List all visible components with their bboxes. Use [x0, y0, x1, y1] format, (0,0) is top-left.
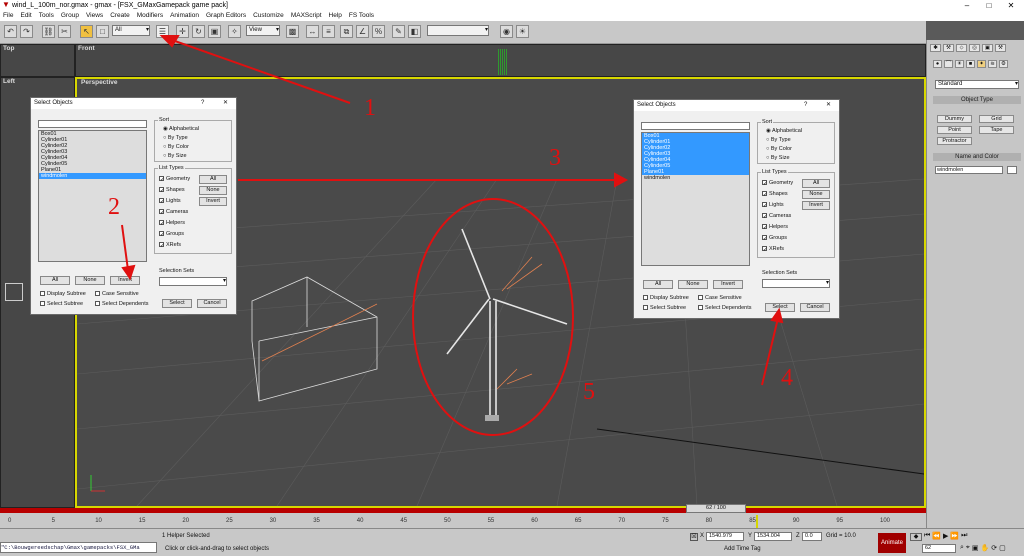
timeline-tick-label: 70 — [618, 518, 626, 524]
annotation-arrow-4 — [761, 317, 779, 386]
next-frame-icon[interactable]: ⏩ — [950, 532, 959, 542]
annotation-arrowhead-1 — [159, 35, 180, 48]
maximize-viewport-icon[interactable]: ▢ — [999, 544, 1006, 554]
time-slider-value: 62 / 100 — [706, 505, 726, 511]
play-icon[interactable]: ▶ — [943, 532, 948, 542]
arc-rotate-icon[interactable]: ⟳ — [991, 544, 997, 554]
selection-status: 1 Helper Selected — [162, 533, 210, 539]
annotation-arrowhead-4 — [770, 307, 784, 324]
previous-frame-icon[interactable]: ⏪ — [932, 532, 941, 542]
animate-button[interactable]: Animate — [878, 533, 906, 553]
annotation-number-1: 1 — [364, 95, 376, 121]
x-coord-field[interactable]: 1540.979 — [706, 532, 744, 541]
zoom-icon[interactable]: ⌕ — [960, 544, 964, 554]
y-coord-field[interactable]: 1534.004 — [754, 532, 792, 541]
trackbar-red-strip — [0, 508, 926, 513]
viewport-navigation-controls: ⌕ ⌖ ▣ ✋ ⟳ ▢ — [960, 544, 1022, 554]
pan-icon[interactable]: ✋ — [981, 544, 990, 554]
timeline-tick-label: 60 — [531, 518, 538, 524]
annotation-overlay — [121, 35, 784, 436]
timeline-tick-label: 40 — [356, 518, 364, 524]
timeline-tick-label: 15 — [138, 518, 146, 524]
annotation-number-5: 5 — [583, 379, 595, 405]
timeline-tick-label: 100 — [880, 518, 891, 524]
timeline-tick-label: 80 — [705, 518, 713, 524]
annotation-number-2: 2 — [108, 194, 120, 220]
annotation-arrow-1 — [171, 39, 351, 104]
timeline-tick-label: 65 — [574, 518, 582, 524]
status-bar: "C:\Bouwgereedschap\Gmax\gamepacks\FSX_G… — [0, 528, 1024, 556]
timeline-tick-label: 0 — [8, 518, 12, 524]
go-to-start-icon[interactable]: ⏮ — [924, 532, 930, 542]
timeline-tick-label: 90 — [792, 518, 800, 524]
annotation-number-4: 4 — [781, 365, 793, 391]
timeline-tick-label: 95 — [836, 518, 844, 524]
grid-size-readout: Grid = 10.0 — [826, 533, 856, 539]
zoom-extents-icon[interactable]: ▣ — [972, 544, 979, 554]
timeline-tick-label: 20 — [182, 518, 190, 524]
annotation-number-3: 3 — [549, 145, 561, 171]
timeline-tick-label: 10 — [95, 518, 102, 524]
maxscript-listener[interactable]: "C:\Bouwgereedschap\Gmax\gamepacks\FSX_G… — [0, 542, 157, 553]
go-to-end-icon[interactable]: ⏭ — [961, 532, 967, 542]
timeline-tick-label: 75 — [662, 518, 669, 524]
time-slider[interactable]: 62 / 100 — [686, 504, 746, 513]
timeline-tick-label: 5 — [51, 518, 55, 524]
timeline-tick-label: 50 — [444, 518, 451, 524]
current-frame-field[interactable]: 62 — [922, 544, 956, 553]
timeline-tick-label: 25 — [226, 518, 233, 524]
annotation-circle-5 — [412, 198, 574, 436]
current-frame-marker — [756, 515, 758, 528]
add-time-tag-button[interactable]: Add Time Tag — [724, 546, 761, 552]
prompt-line: Click or click-and-drag to select object… — [165, 546, 270, 552]
annotation-arrowhead-3 — [614, 172, 629, 188]
timeline-tick-label: 55 — [487, 518, 495, 524]
annotation-arrowhead-2 — [121, 264, 136, 281]
annotation-arrow-2 — [121, 224, 129, 271]
x-coord-label: X — [700, 533, 705, 539]
lock-selection-icon[interactable]: ☒ — [690, 533, 698, 541]
timeline-tick-label: 30 — [269, 518, 277, 524]
track-bar: 62 / 100 0 5 10 15 20 25 30 35 40 45 50 55 60 65 70 75 8… — [0, 504, 926, 528]
timeline-tick-label: 85 — [749, 518, 756, 524]
timeline-tick-label: 45 — [400, 518, 408, 524]
timeline-tick-label: 35 — [313, 518, 320, 524]
zoom-all-icon[interactable]: ⌖ — [966, 544, 970, 554]
set-key-icon[interactable]: ◆ — [910, 533, 922, 541]
z-coord-label: Z — [796, 533, 800, 539]
timeline-tick-labels: 0 5 10 15 20 25 30 35 40 45 50 55 60 65 70 75 80 85 90 95 10… — [0, 516, 926, 528]
playback-controls: ⏮ ⏪ ▶ ⏩ ⏭ — [924, 532, 1020, 542]
z-coord-field[interactable]: 0.0 — [802, 532, 822, 541]
y-coord-label: Y — [748, 533, 753, 539]
